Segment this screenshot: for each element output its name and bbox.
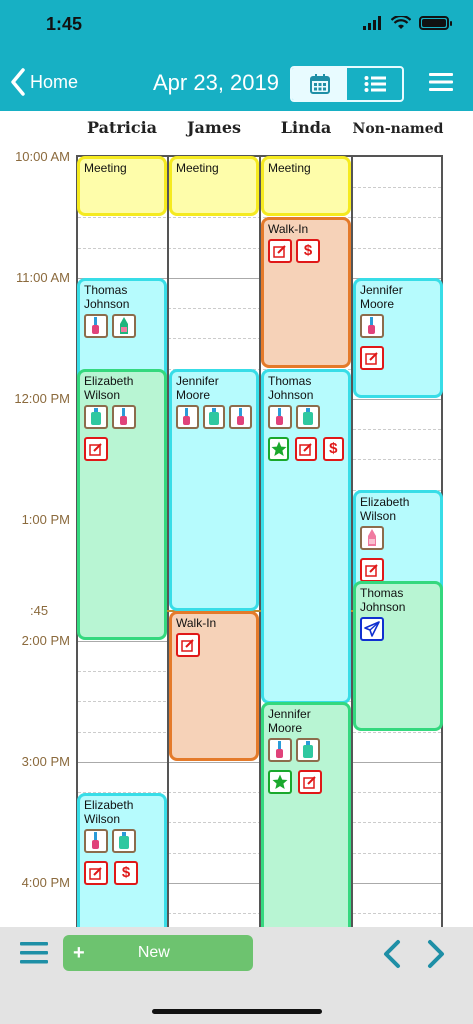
lotion-bottle-icon [112, 314, 136, 338]
time-label: 11:00 AM [16, 270, 70, 285]
column-header-patricia: Patricia [86, 118, 158, 137]
dollar-icon[interactable]: $ [296, 239, 320, 263]
nail-polish-icon [268, 738, 292, 762]
appointment-elizabeth-wilson-patricia[interactable]: Elizabeth Wilson [77, 369, 167, 640]
chevron-right-icon [428, 940, 444, 968]
time-label: 10:00 AM [15, 149, 70, 164]
dollar-icon[interactable]: $ [114, 861, 138, 885]
signal-icon [363, 16, 381, 30]
status-icons [363, 16, 452, 30]
bottom-menu-button[interactable] [20, 941, 48, 970]
menu-icon [429, 73, 453, 91]
menu-icon [20, 942, 48, 964]
lotion-bottle-icon [296, 405, 320, 429]
time-label: 3:00 PM [21, 754, 70, 769]
calendar-icon [309, 74, 330, 94]
appointment-meeting-james[interactable]: Meeting [169, 156, 259, 216]
column-header-james: James [186, 118, 242, 137]
send-icon[interactable] [360, 617, 384, 641]
star-icon[interactable] [268, 437, 290, 461]
time-label: 1:00 PM [21, 512, 70, 527]
appointment-meeting-patricia[interactable]: Meeting [77, 156, 167, 216]
edit-icon[interactable] [298, 770, 322, 794]
nail-polish-icon [176, 405, 199, 429]
view-toggle [290, 66, 404, 102]
star-icon[interactable] [268, 770, 292, 794]
edit-icon[interactable] [268, 239, 292, 263]
chevron-left-icon [384, 940, 400, 968]
edit-icon[interactable] [84, 437, 108, 461]
nail-polish-icon [84, 314, 108, 338]
appointment-meeting-linda[interactable]: Meeting [261, 156, 351, 216]
nail-polish-icon [84, 829, 108, 853]
lotion-bottle-icon [202, 405, 226, 429]
nail-polish-icon [268, 405, 292, 429]
edit-icon[interactable] [295, 437, 317, 461]
list-icon [364, 76, 386, 92]
wifi-icon [391, 16, 411, 29]
appointment-thomas-johnson-linda[interactable]: Thomas Johnson $ [261, 369, 351, 704]
nail-polish-icon [112, 405, 136, 429]
dollar-icon[interactable]: $ [322, 437, 344, 461]
status-time: 1:45 [46, 14, 83, 34]
nail-polish-icon [360, 314, 384, 338]
edit-icon[interactable] [84, 861, 108, 885]
time-label: 4:00 PM [21, 875, 70, 890]
edit-icon[interactable] [360, 346, 384, 370]
appointment-thomas-johnson-non-named[interactable]: Thomas Johnson [353, 581, 443, 731]
home-indicator [152, 1009, 322, 1014]
appointment-walk-in-james[interactable]: Walk-In [169, 611, 259, 761]
top-bar: 1:45 Home Apr 23, 2019 [0, 0, 473, 111]
previous-day-button[interactable] [382, 939, 402, 974]
appointment-jennifer-moore-non-named[interactable]: Jennifer Moore [353, 278, 443, 398]
calendar-view-button[interactable] [292, 68, 347, 100]
now-marker-label: :45 [30, 603, 49, 618]
new-label: New [137, 944, 170, 961]
date-title: Apr 23, 2019 [153, 70, 279, 95]
home-label: Home [30, 71, 79, 92]
lotion-bottle-icon [84, 405, 108, 429]
nail-polish-icon [229, 405, 253, 429]
column-header-non-named: Non-named [352, 121, 444, 137]
home-chevron-icon [11, 68, 25, 96]
lotion-bottle-icon [360, 526, 384, 550]
appointment-jennifer-moore-james[interactable]: Jennifer Moore [169, 369, 259, 611]
menu-button[interactable] [429, 72, 453, 97]
appointment-jennifer-moore-linda[interactable]: Jennifer Moore [261, 702, 351, 942]
lotion-bottle-icon [296, 738, 320, 762]
next-day-button[interactable] [426, 939, 446, 974]
lotion-bottle-icon [112, 829, 136, 853]
time-label: 12:00 PM [14, 391, 70, 406]
column-header-linda: Linda [280, 118, 332, 137]
edit-icon[interactable] [176, 633, 200, 657]
time-label: 2:00 PM [21, 633, 70, 648]
appointment-walk-in-linda[interactable]: Walk-In $ [261, 217, 351, 368]
battery-icon [419, 16, 452, 30]
plus-icon: + [73, 941, 85, 964]
edit-icon[interactable] [360, 558, 384, 582]
list-view-button[interactable] [347, 68, 402, 100]
new-appointment-button[interactable]: + New [63, 935, 253, 971]
home-back-button[interactable]: Home [10, 68, 78, 96]
